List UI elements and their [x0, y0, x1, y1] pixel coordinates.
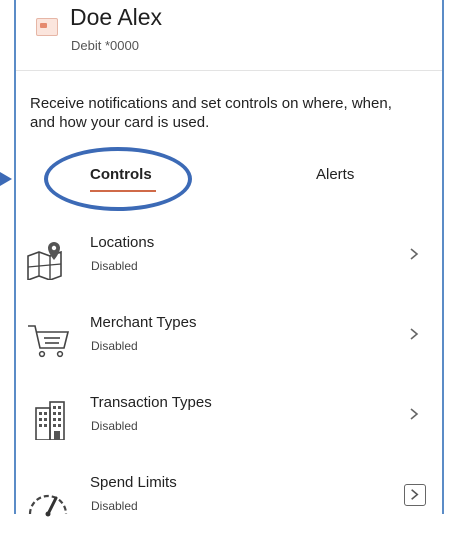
account-label: Debit *0000 — [71, 38, 139, 53]
control-row-spend-limits[interactable]: Spend Limits Disabled — [16, 462, 442, 542]
card-icon — [36, 18, 58, 36]
control-row-locations[interactable]: Locations Disabled — [16, 222, 442, 302]
control-status: Disabled — [91, 419, 138, 433]
annotation-arrow-icon — [0, 172, 12, 186]
control-row-merchant-types[interactable]: Merchant Types Disabled — [16, 302, 442, 382]
control-title: Spend Limits — [90, 474, 177, 491]
chevron-right-icon — [411, 489, 419, 500]
shopping-cart-icon — [28, 325, 70, 358]
cardholder-name: Doe Alex — [70, 4, 163, 30]
chevron-button[interactable] — [404, 484, 426, 506]
control-title: Locations — [90, 234, 155, 251]
control-title: Transaction Types — [90, 394, 212, 411]
annotation-circle — [44, 147, 192, 211]
building-icon — [35, 401, 65, 440]
chevron-right-icon — [410, 328, 419, 340]
map-pin-icon — [27, 242, 62, 280]
chevron-right-icon — [410, 408, 419, 420]
app-frame: Doe Alex Debit *0000 Receive notificatio… — [14, 0, 444, 517]
chevron-right-icon — [410, 248, 419, 260]
description-text: Receive notifications and set controls o… — [30, 95, 392, 131]
speedometer-icon — [28, 494, 68, 517]
control-status: Disabled — [91, 499, 138, 513]
card-header: Doe Alex Debit *0000 — [16, 0, 442, 71]
control-row-transaction-types[interactable]: Transaction Types Disabled — [16, 382, 442, 462]
control-title: Merchant Types — [90, 314, 197, 331]
control-status: Disabled — [91, 339, 138, 353]
tab-alerts[interactable]: Alerts — [316, 166, 354, 183]
control-status: Disabled — [91, 259, 138, 273]
